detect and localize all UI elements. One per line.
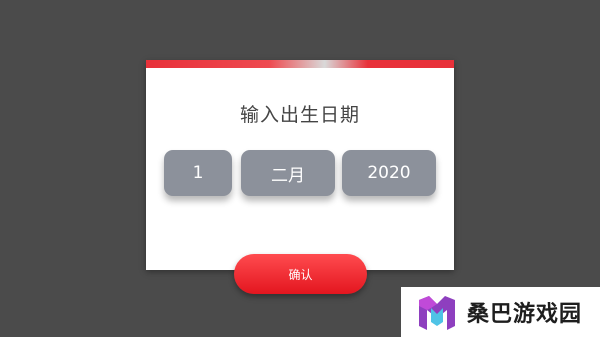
month-picker[interactable]: 二月 [241,150,335,196]
day-picker[interactable]: 1 [164,150,232,196]
birthdate-dialog: 输入出生日期 1 二月 2020 [146,60,454,270]
dialog-accent-bar [146,60,454,68]
year-picker[interactable]: 2020 [342,150,436,196]
dialog-title: 输入出生日期 [239,104,360,126]
screen: 输入出生日期 1 二月 2020 确认 桑巴游戏园 [0,0,600,337]
watermark-text: 桑巴游戏园 [467,302,583,327]
watermark-logo-icon [419,296,455,330]
confirm-button[interactable]: 确认 [234,254,367,294]
site-watermark: 桑巴游戏园 [401,287,600,337]
